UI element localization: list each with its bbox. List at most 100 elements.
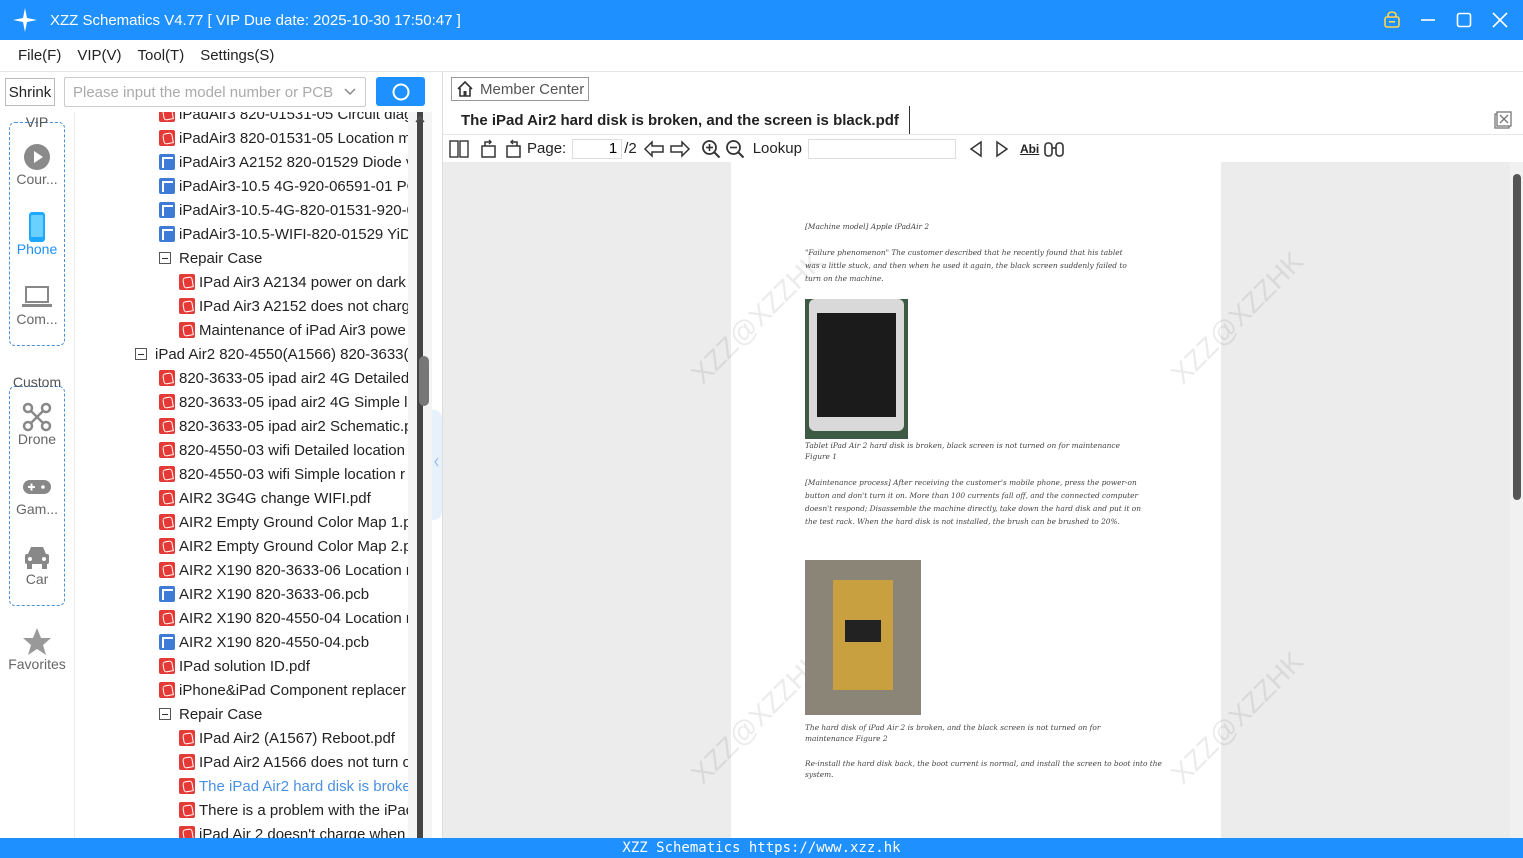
tree-file-item[interactable]: iPadAir3 A2152 820-01529 Diode v	[159, 150, 408, 174]
lock-icon[interactable]	[1379, 7, 1405, 33]
viewer-scrollbar[interactable]	[1510, 162, 1523, 838]
rail-item-favorites[interactable]: Favorites	[0, 628, 74, 672]
tree-file-item[interactable]: IPad Air2 (A1567) Reboot.pdf	[179, 726, 395, 750]
chevron-down-icon[interactable]	[343, 83, 357, 105]
tree-file-item[interactable]: AIR2 Empty Ground Color Map 2.p	[159, 534, 408, 558]
menu-vip[interactable]: VIP(V)	[77, 47, 121, 64]
pdf-failure-text: "Failure phenomenon" The customer descri…	[805, 248, 1127, 283]
next-page-icon[interactable]	[669, 137, 691, 161]
tree-file-item[interactable]: Maintenance of iPad Air3 powe	[179, 318, 406, 342]
pdf-page: XZZ@XZZHK XZZ@XZZHK XZZ@XZZHK XZZ@XZZHK …	[685, 162, 1309, 838]
prev-page-icon[interactable]	[643, 137, 665, 161]
pdf-file-icon	[179, 754, 195, 770]
tree-item-label: iPhone&iPad Component replacer	[179, 681, 406, 699]
tree-file-item[interactable]: AIR2 X190 820-4550-04.pcb	[159, 630, 369, 654]
tree-scroll-thumb[interactable]	[419, 356, 429, 406]
page-label: Page:	[527, 140, 567, 157]
tree-file-item[interactable]: IPad solution ID.pdf	[159, 654, 310, 678]
menu-tool[interactable]: Tool(T)	[138, 47, 185, 64]
tree-item-label: 820-4550-03 wifi Detailed location	[179, 441, 405, 459]
rotate-left-icon[interactable]	[479, 137, 499, 161]
tree-file-item[interactable]: 820-4550-03 wifi Simple location r	[159, 462, 405, 486]
pdf-file-icon	[159, 658, 175, 674]
tree-file-item[interactable]: 820-4550-03 wifi Detailed location	[159, 438, 405, 462]
two-page-view-icon[interactable]	[449, 137, 469, 161]
close-document-icon[interactable]	[1493, 110, 1513, 130]
tree-file-item[interactable]: iPadAir3-10.5-4G-820-01531-920-0	[159, 198, 408, 222]
tree-file-item[interactable]: 820-3633-05 ipad air2 4G Detailed	[159, 366, 408, 390]
pdf-figure1-caption: Tablet iPad Air 2 hard disk is broken, b…	[805, 441, 1120, 461]
rail-item-phone[interactable]: Phone	[0, 212, 74, 257]
tree-file-item[interactable]: IPad Air3 A2134 power on dark	[179, 270, 406, 294]
tree-item-label: There is a problem with the iPad	[199, 801, 408, 819]
tree-item-label: iPadAir3-10.5-WIFI-820-01529 YiDi	[179, 225, 408, 243]
tree-item-label: iPadAir3 820-01531-05 Circuit diag	[179, 112, 408, 123]
rail-item-computer[interactable]: Com...	[0, 283, 74, 327]
tree-file-item[interactable]: iPadAir3-10.5-WIFI-820-01529 YiDi	[159, 222, 408, 246]
pdf-model-text: [Machine model] Apple iPadAir 2	[805, 222, 930, 231]
pdf-file-icon	[159, 562, 175, 578]
shrink-button[interactable]: Shrink	[5, 78, 55, 106]
zoom-out-icon[interactable]	[725, 137, 745, 161]
find-next-icon[interactable]	[994, 137, 1010, 161]
tree-file-item[interactable]: iPadAir3 820-01531-05 Location m	[159, 126, 408, 150]
zoom-in-icon[interactable]	[701, 137, 721, 161]
tree-item-label: AIR2 X190 820-4550-04.pcb	[179, 633, 370, 651]
tree-file-item[interactable]: AIR2 3G4G change WIFI.pdf	[159, 486, 371, 510]
tree-file-item[interactable]: AIR2 X190 820-4550-04 Location m	[159, 606, 408, 630]
tree-folder[interactable]: iPad Air2 820-4550(A1566) 820-3633(	[135, 342, 408, 366]
tree-item-label: AIR2 X190 820-3633-06.pcb	[179, 585, 370, 603]
maximize-button[interactable]	[1451, 7, 1477, 33]
match-case-button[interactable]: Abi	[1020, 137, 1039, 161]
tree-folder[interactable]: Repair Case	[159, 702, 262, 726]
tree-file-item[interactable]: IPad Air3 A2152 does not charg	[179, 294, 408, 318]
viewer-scroll-thumb[interactable]	[1513, 174, 1521, 500]
tree-file-item[interactable]: There is a problem with the iPad	[179, 798, 408, 822]
tree-file-item[interactable]: iPhone&iPad Component replacer	[159, 678, 406, 702]
tree-item-label: iPadAir3 A2152 820-01529 Diode v	[179, 153, 408, 171]
model-search-box[interactable]	[64, 77, 366, 107]
rail-item-drone[interactable]: Drone	[0, 402, 74, 447]
tree-folder[interactable]: Repair Case	[159, 246, 262, 270]
rotate-right-icon[interactable]	[503, 137, 523, 161]
tree-file-item[interactable]: AIR2 X190 820-3633-06 Location m	[159, 558, 408, 582]
rail-item-car[interactable]: Car	[0, 543, 74, 587]
search-button[interactable]	[376, 77, 425, 106]
tree-scrollbar[interactable]	[408, 112, 432, 838]
tree-file-item[interactable]: iPad Air 2 doesn't charge when	[179, 822, 405, 838]
rail-item-game[interactable]: Gam...	[0, 473, 74, 517]
custom-label: Custom	[12, 374, 62, 390]
close-button[interactable]	[1487, 7, 1513, 33]
tree-file-item[interactable]: AIR2 Empty Ground Color Map 1.p	[159, 510, 408, 534]
tree-item-label: AIR2 Empty Ground Color Map 2.p	[179, 537, 408, 555]
pdf-process-text: [Maintenance process] After receiving th…	[805, 478, 1142, 526]
lookup-input[interactable]	[807, 138, 956, 159]
lookup-label: Lookup	[752, 140, 802, 157]
tree-file-item[interactable]: 820-3633-05 ipad air2 Schematic.p	[159, 414, 408, 438]
tree-file-item[interactable]: AIR2 X190 820-3633-06.pcb	[159, 582, 369, 606]
collapse-icon	[159, 252, 171, 264]
pdf-file-icon	[159, 538, 175, 554]
member-center-button[interactable]: Member Center	[451, 77, 589, 101]
menu-file[interactable]: File(F)	[18, 47, 61, 64]
rail-item-course[interactable]: Cour...	[0, 143, 74, 187]
find-prev-icon[interactable]	[968, 137, 984, 161]
menu-settings[interactable]: Settings(S)	[200, 47, 274, 64]
tree-file-item[interactable]: The iPad Air2 hard disk is broke	[179, 774, 408, 798]
tree-file-item[interactable]: iPadAir3 820-01531-05 Circuit diag	[159, 112, 408, 126]
model-search-input[interactable]	[73, 83, 333, 101]
pdf-file-icon	[159, 370, 175, 386]
collapse-panel-handle[interactable]	[432, 410, 442, 520]
pdf-file-icon	[159, 112, 175, 122]
pdf-viewer[interactable]: XZZ@XZZHK XZZ@XZZHK XZZ@XZZHK XZZ@XZZHK …	[443, 162, 1523, 838]
page-number-input[interactable]	[572, 138, 623, 159]
minimize-button[interactable]	[1415, 7, 1441, 33]
tree-file-item[interactable]: 820-3633-05 ipad air2 4G Simple lo	[159, 390, 408, 414]
tree-file-item[interactable]: iPadAir3-10.5 4G-920-06591-01 PC	[159, 174, 408, 198]
tree-file-item[interactable]: IPad Air2 A1566 does not turn o	[179, 750, 408, 774]
document-tab[interactable]: The iPad Air2 hard disk is broken, and t…	[451, 106, 910, 134]
tree-item-label: AIR2 X190 820-3633-06 Location m	[179, 561, 408, 579]
binoculars-icon[interactable]	[1043, 137, 1065, 161]
pcb-file-icon	[159, 634, 175, 650]
tree-item-label: AIR2 X190 820-4550-04 Location m	[179, 609, 408, 627]
